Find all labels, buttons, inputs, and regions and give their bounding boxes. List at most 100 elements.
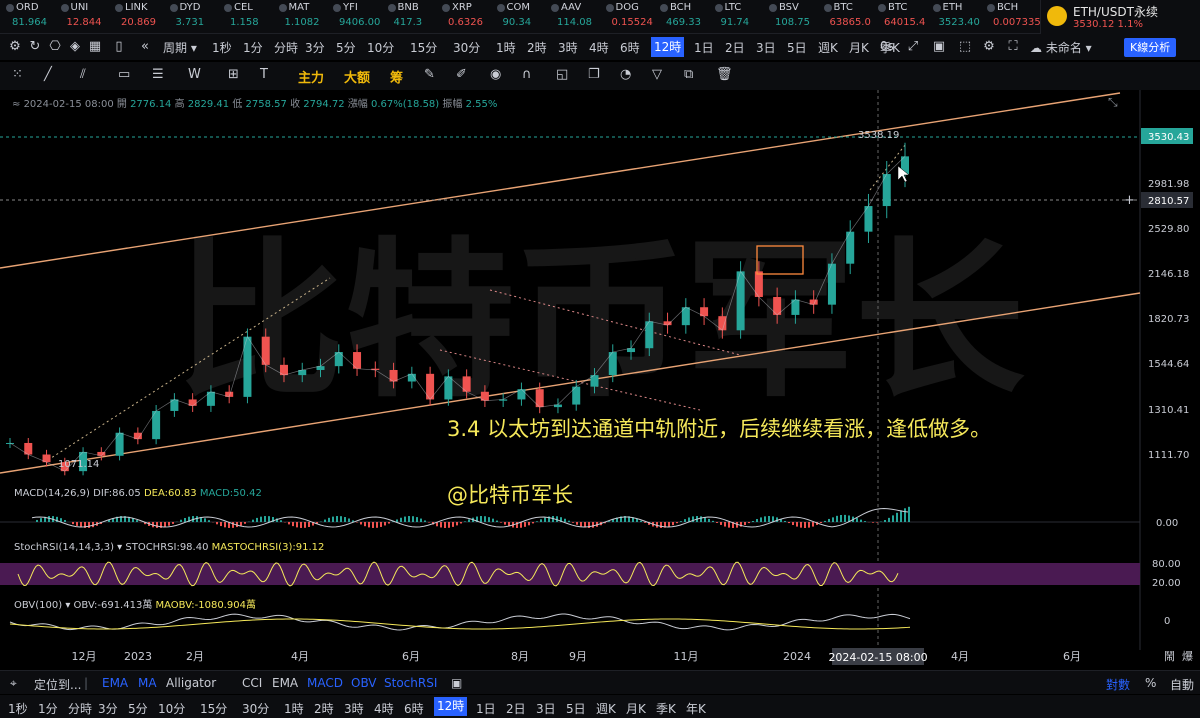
ticker-item-bnb[interactable]: BNB 417.3 bbox=[387, 2, 450, 32]
bottom-interval-2[interactable]: 分時 bbox=[68, 700, 92, 717]
interval-19[interactable]: 月K bbox=[849, 39, 869, 56]
chips-button[interactable]: 筹 bbox=[390, 67, 403, 86]
indicator-ema-sub[interactable]: EMA bbox=[272, 676, 298, 690]
bottom-interval-17[interactable]: 5日 bbox=[566, 700, 586, 717]
bottom-interval-9[interactable]: 2時 bbox=[314, 700, 334, 717]
bottom-interval-0[interactable]: 1秒 bbox=[8, 700, 28, 717]
period-dropdown[interactable]: 周期 ▾ bbox=[163, 39, 197, 56]
interval-9[interactable]: 2時 bbox=[527, 39, 547, 56]
indicator-settings-icon[interactable]: ▣ bbox=[451, 676, 462, 690]
interval-4[interactable]: 5分 bbox=[336, 39, 356, 56]
text-tool-icon[interactable]: T bbox=[260, 67, 268, 82]
ticker-item-cel[interactable]: CEL 1.158 bbox=[224, 2, 286, 32]
locate-icon[interactable]: ⌖ bbox=[10, 676, 17, 691]
percent-toggle[interactable]: % bbox=[1145, 676, 1156, 690]
eye-icon[interactable]: ◉ bbox=[490, 67, 501, 82]
screenshot-icon[interactable]: ▣ bbox=[930, 38, 948, 56]
ticker-item-dyd[interactable]: DYD 3.731 bbox=[169, 2, 232, 32]
bottom-interval-5[interactable]: 10分 bbox=[158, 700, 185, 717]
indicator-stochrsi[interactable]: StochRSI bbox=[384, 676, 437, 690]
ticker-item-link[interactable]: LINK 20.869 bbox=[115, 2, 177, 32]
fullscreen-icon[interactable]: ⬚ bbox=[956, 38, 974, 56]
ticker-item-mat[interactable]: MAT 1.1082 bbox=[278, 2, 341, 32]
layers-icon[interactable]: ❐ bbox=[588, 67, 600, 82]
measure-icon[interactable]: ⊞ bbox=[228, 67, 239, 82]
interval-10[interactable]: 3時 bbox=[558, 39, 578, 56]
settings-gear-icon[interactable]: ⚙ bbox=[6, 38, 24, 56]
ticker-item-btc[interactable]: BTC 63865.0 bbox=[823, 2, 886, 32]
ticker-item-bsv[interactable]: BSV 108.75 bbox=[769, 2, 831, 32]
interval-18[interactable]: 週K bbox=[818, 39, 838, 56]
bottom-interval-10[interactable]: 3時 bbox=[344, 700, 364, 717]
ticker-item-eth[interactable]: ETH 3523.40 bbox=[932, 2, 995, 32]
refresh-icon[interactable]: ↻ bbox=[26, 38, 44, 56]
layout-name-dropdown[interactable]: ☁ 未命名 ▾ bbox=[1030, 39, 1092, 56]
bottom-interval-1[interactable]: 1分 bbox=[38, 700, 58, 717]
bottom-interval-4[interactable]: 5分 bbox=[128, 700, 148, 717]
lock-icon[interactable]: ◱ bbox=[556, 67, 568, 82]
ticker-item-bch[interactable]: BCH 469.33 bbox=[660, 2, 722, 32]
auto-scale-toggle[interactable]: 自動 bbox=[1170, 676, 1194, 693]
hide-icon[interactable]: ◔ bbox=[620, 67, 631, 82]
ticker-item-com[interactable]: COM 90.34 bbox=[496, 2, 559, 32]
ticker-item-yfi[interactable]: YFI 9406.00 bbox=[333, 2, 395, 32]
fib-icon[interactable]: ☰ bbox=[152, 67, 164, 82]
ticker-item-xrp[interactable]: XRP 0.6326 bbox=[442, 2, 504, 32]
interval-16[interactable]: 3日 bbox=[756, 39, 776, 56]
brush-icon[interactable]: ✎ bbox=[424, 67, 435, 82]
interval-13[interactable]: 12時 bbox=[651, 37, 685, 57]
kline-analysis-button[interactable]: K線分析 bbox=[1124, 38, 1177, 57]
bottom-interval-12[interactable]: 6時 bbox=[404, 700, 424, 717]
calendar-icon[interactable]: ▦ bbox=[86, 38, 104, 56]
interval-14[interactable]: 1日 bbox=[694, 39, 714, 56]
bottom-interval-21[interactable]: 年K bbox=[686, 700, 706, 717]
alert-icon[interactable]: ◈ bbox=[66, 38, 84, 56]
price-chart[interactable]: 比特币军长 3538.19 1071.14 2981.98 2529.80 2146.18… bbox=[0, 90, 1200, 665]
wave-icon[interactable]: W bbox=[188, 67, 201, 82]
grid-icon[interactable]: ⁙ bbox=[12, 67, 23, 82]
bottom-interval-16[interactable]: 3日 bbox=[536, 700, 556, 717]
indicator-cci[interactable]: CCI bbox=[242, 676, 262, 690]
expand-icon[interactable]: ⤢ bbox=[904, 38, 922, 56]
interval-2[interactable]: 分時 bbox=[274, 39, 298, 56]
interval-12[interactable]: 6時 bbox=[620, 39, 640, 56]
interval-17[interactable]: 5日 bbox=[787, 39, 807, 56]
ticker-item-uni[interactable]: UNI 12.844 bbox=[60, 2, 123, 32]
locate-button[interactable]: 定位到... bbox=[34, 676, 81, 693]
bottom-interval-6[interactable]: 15分 bbox=[200, 700, 227, 717]
layout-icon[interactable]: ▯ bbox=[110, 38, 128, 56]
interval-3[interactable]: 3分 bbox=[305, 39, 325, 56]
parallel-channel-icon[interactable]: ⫽ bbox=[80, 67, 86, 82]
bottom-interval-8[interactable]: 1時 bbox=[284, 700, 304, 717]
interval-0[interactable]: 1秒 bbox=[212, 39, 232, 56]
main-force-button[interactable]: 主力 bbox=[298, 67, 324, 86]
bottom-interval-14[interactable]: 1日 bbox=[476, 700, 496, 717]
bottom-interval-15[interactable]: 2日 bbox=[506, 700, 526, 717]
indicator-alligator[interactable]: Alligator bbox=[166, 676, 216, 690]
ticker-item-ltc[interactable]: LTC 91.74 bbox=[714, 2, 777, 32]
collapse-icon[interactable]: « bbox=[136, 38, 154, 56]
large-volume-button[interactable]: 大额 bbox=[344, 67, 370, 86]
symbol-box[interactable]: ETH/USDT永续 3530.12 1.1% bbox=[1040, 0, 1200, 34]
chart-area[interactable]: 比特币军长 3538.19 1071.14 2981.98 2529.80 2146.18… bbox=[0, 90, 1200, 665]
trendline-icon[interactable]: ╱ bbox=[44, 67, 52, 82]
interval-1[interactable]: 1分 bbox=[243, 39, 263, 56]
bookmark-icon[interactable]: ⎔ bbox=[46, 38, 64, 56]
interval-8[interactable]: 1時 bbox=[496, 39, 516, 56]
interval-11[interactable]: 4時 bbox=[589, 39, 609, 56]
bottom-interval-20[interactable]: 季K bbox=[656, 700, 676, 717]
bottom-interval-11[interactable]: 4時 bbox=[374, 700, 394, 717]
indicator-macd[interactable]: MACD bbox=[307, 676, 343, 690]
bottom-interval-3[interactable]: 3分 bbox=[98, 700, 118, 717]
copy-icon[interactable]: ⧉ bbox=[684, 67, 693, 82]
magnet-icon[interactable]: ∩ bbox=[522, 67, 532, 82]
pen-icon[interactable]: ✐ bbox=[456, 67, 467, 82]
trash-icon[interactable]: 🗑 bbox=[716, 67, 733, 82]
log-scale-toggle[interactable]: 對數 bbox=[1106, 676, 1130, 693]
filter-icon[interactable]: ▽ bbox=[652, 67, 662, 82]
interval-6[interactable]: 15分 bbox=[410, 39, 437, 56]
interval-15[interactable]: 2日 bbox=[725, 39, 745, 56]
ticker-item-dog[interactable]: DOG 0.15524 bbox=[605, 2, 668, 32]
interval-5[interactable]: 10分 bbox=[367, 39, 394, 56]
indicator-ma[interactable]: MA bbox=[138, 676, 157, 690]
